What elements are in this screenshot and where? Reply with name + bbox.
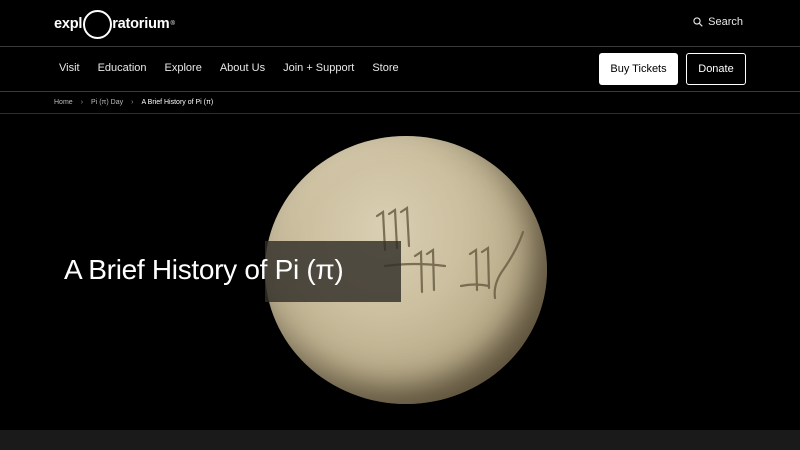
top-bar: expl ratorium ® Search [0, 0, 800, 47]
content-band [0, 430, 800, 450]
search-label: Search [708, 16, 743, 28]
buy-tickets-button[interactable]: Buy Tickets [599, 53, 678, 85]
breadcrumb: Home › Pi (π) Day › A Brief History of P… [0, 92, 800, 114]
nav-item-education[interactable]: Education [98, 62, 147, 74]
nav-links: Visit Education Explore About Us Join + … [59, 62, 417, 74]
page: expl ratorium ® Search Visit Education E… [0, 0, 800, 450]
donate-button[interactable]: Donate [686, 53, 746, 85]
logo-text-right: ratorium [112, 16, 170, 32]
search-icon [693, 17, 703, 27]
logo-ring-icon [83, 9, 113, 39]
exploratorium-logo[interactable]: expl ratorium ® [54, 8, 175, 40]
logo-text-left: expl [54, 16, 83, 32]
nav-item-explore[interactable]: Explore [165, 62, 202, 74]
breadcrumb-separator: › [131, 99, 134, 106]
search-button[interactable]: Search [693, 16, 743, 28]
page-title: A Brief History of Pi (π) [64, 254, 344, 285]
breadcrumb-home[interactable]: Home [54, 99, 73, 106]
main-nav: Visit Education Explore About Us Join + … [0, 47, 800, 92]
breadcrumb-current: A Brief History of Pi (π) [141, 99, 214, 106]
registered-mark: ® [170, 21, 175, 27]
hero: A Brief History of Pi (π) [0, 114, 800, 430]
breadcrumb-separator: › [80, 99, 84, 106]
nav-item-store[interactable]: Store [372, 62, 398, 74]
nav-item-about-us[interactable]: About Us [220, 62, 265, 74]
nav-item-visit[interactable]: Visit [59, 62, 80, 74]
nav-item-join-support[interactable]: Join + Support [283, 62, 354, 74]
breadcrumb-pi-day[interactable]: Pi (π) Day [91, 99, 123, 106]
